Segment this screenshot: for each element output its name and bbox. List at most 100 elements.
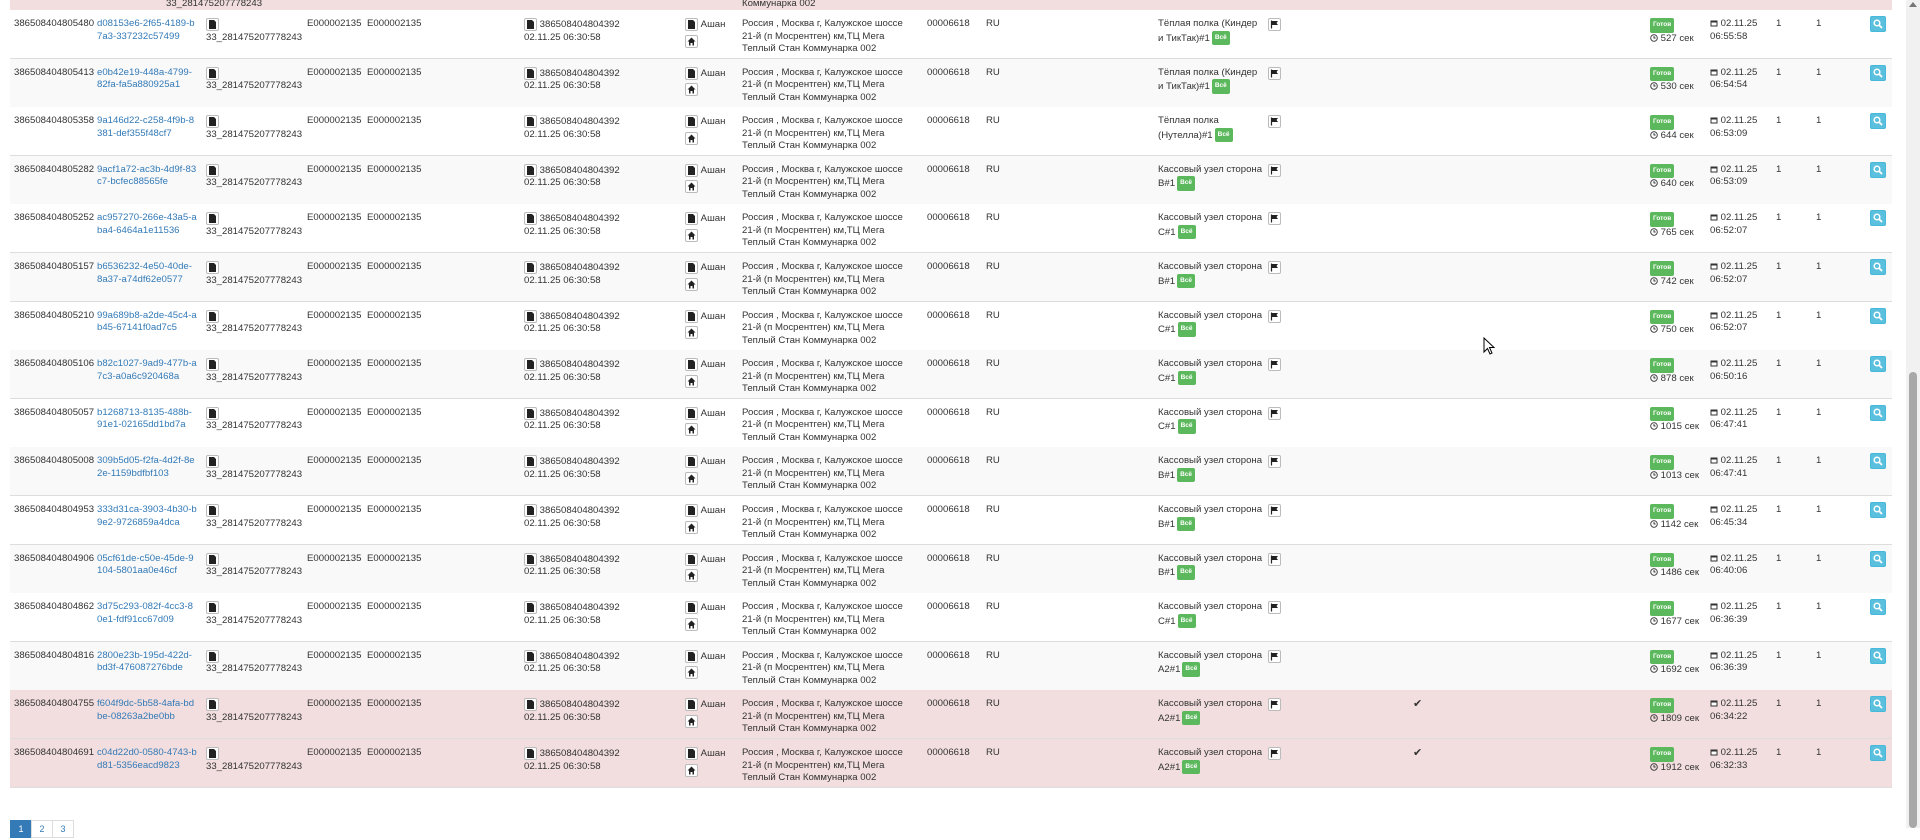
home-icon[interactable] [685,374,698,388]
search-icon[interactable] [1870,647,1886,664]
document-icon[interactable] [685,163,698,177]
document-icon[interactable] [206,406,219,420]
search-icon[interactable] [1870,356,1886,373]
document-icon[interactable] [524,212,537,226]
home-icon[interactable] [685,34,698,48]
document-icon[interactable] [206,649,219,663]
document-icon[interactable] [206,358,219,372]
document-icon[interactable] [524,163,537,177]
flag-icon[interactable] [1268,747,1281,760]
home-icon[interactable] [685,180,698,194]
flag-icon[interactable] [1268,406,1281,420]
flag-icon[interactable] [1268,358,1281,372]
document-icon[interactable] [685,358,698,372]
document-icon[interactable] [685,552,698,566]
search-icon[interactable] [1870,210,1886,227]
row-guid-link[interactable]: d08153e6-2f65-4189-b7a3-337232c57499 [97,18,195,42]
row-guid-link[interactable]: b1268713-8135-488b-91e1-02165dd1bd7a [97,407,192,431]
home-icon[interactable] [685,569,698,583]
document-icon[interactable] [524,601,537,615]
row-guid-link[interactable]: e0b42e19-448a-4799-82fa-fa5a880925a1 [97,67,192,91]
document-icon[interactable] [206,455,219,469]
document-icon[interactable] [685,212,698,226]
document-icon[interactable] [524,747,537,760]
document-icon[interactable] [524,66,537,80]
flag-icon[interactable] [1268,552,1281,566]
document-icon[interactable] [206,115,219,129]
document-icon[interactable] [524,309,537,323]
document-icon[interactable] [206,552,219,566]
row-guid-link[interactable]: 99a689b8-a2de-45c4-ab45-67141f0ad7c5 [97,310,197,334]
row-guid-link[interactable]: 05cf61de-c50e-45de-9104-5801aa0e46cf [97,553,194,577]
home-icon[interactable] [685,666,698,680]
home-icon[interactable] [685,520,698,534]
page-link[interactable]: 1 [10,820,32,838]
row-guid-link[interactable]: b82c1027-9ad9-477b-a7c3-a0a6c920468a [97,358,197,382]
document-icon[interactable] [524,115,537,129]
search-icon[interactable] [1870,745,1886,761]
document-icon[interactable] [524,358,537,372]
search-icon[interactable] [1870,307,1886,324]
search-icon[interactable] [1870,16,1886,32]
document-icon[interactable] [685,18,698,31]
document-icon[interactable] [206,212,219,226]
document-icon[interactable] [524,552,537,566]
home-icon[interactable] [685,423,698,437]
scroll-up-arrow-icon[interactable] [1909,2,1917,7]
document-icon[interactable] [524,455,537,469]
document-icon[interactable] [524,504,537,517]
row-guid-link[interactable]: 309b5d05-f2fa-4d2f-8e2e-1159bdfbf103 [97,455,195,479]
document-icon[interactable] [685,504,698,517]
document-icon[interactable] [206,309,219,323]
search-icon[interactable] [1870,599,1886,616]
document-icon[interactable] [206,261,219,274]
document-icon[interactable] [206,66,219,80]
flag-icon[interactable] [1268,261,1281,274]
page-link[interactable]: 3 [52,820,74,838]
row-guid-link[interactable]: ac957270-266e-43a5-aba4-6464a1e11536 [97,212,197,236]
document-icon[interactable] [685,601,698,615]
document-icon[interactable] [524,649,537,663]
document-icon[interactable] [206,163,219,177]
search-icon[interactable] [1870,404,1886,421]
flag-icon[interactable] [1268,115,1281,129]
home-icon[interactable] [685,131,698,145]
home-icon[interactable] [685,277,698,291]
home-icon[interactable] [685,617,698,631]
search-icon[interactable] [1870,259,1886,275]
flag-icon[interactable] [1268,455,1281,469]
document-icon[interactable] [685,747,698,760]
home-icon[interactable] [685,83,698,97]
document-icon[interactable] [524,18,537,31]
document-icon[interactable] [685,261,698,274]
document-icon[interactable] [685,698,698,712]
scrollbar[interactable] [1906,0,1920,828]
scrollbar-thumb[interactable] [1909,372,1917,828]
search-icon[interactable] [1870,161,1886,178]
document-icon[interactable] [685,309,698,323]
document-icon[interactable] [524,406,537,420]
row-guid-link[interactable]: 3d75c293-082f-4cc3-80e1-fdf91cc67d09 [97,601,193,625]
row-guid-link[interactable]: 9acf1a72-ac3b-4d9f-83c7-bcfec88565fe [97,164,196,188]
row-guid-link[interactable]: b6536232-4e50-40de-8a37-a74df62e0577 [97,261,192,285]
flag-icon[interactable] [1268,601,1281,615]
flag-icon[interactable] [1268,504,1281,517]
document-icon[interactable] [206,747,219,760]
flag-icon[interactable] [1268,698,1281,712]
document-icon[interactable] [685,455,698,469]
document-icon[interactable] [206,504,219,517]
document-icon[interactable] [206,18,219,31]
row-guid-link[interactable]: 333d31ca-3903-4b30-b9e2-9726859a4dca [97,504,197,528]
document-icon[interactable] [206,698,219,712]
search-icon[interactable] [1870,453,1886,470]
document-icon[interactable] [685,406,698,420]
flag-icon[interactable] [1268,18,1281,31]
search-icon[interactable] [1870,696,1886,713]
row-guid-link[interactable]: 9a146d22-c258-4f9b-8381-def355f48cf7 [97,115,194,139]
search-icon[interactable] [1870,113,1886,130]
flag-icon[interactable] [1268,163,1281,177]
document-icon[interactable] [685,66,698,80]
document-icon[interactable] [685,649,698,663]
home-icon[interactable] [685,471,698,485]
document-icon[interactable] [524,261,537,274]
